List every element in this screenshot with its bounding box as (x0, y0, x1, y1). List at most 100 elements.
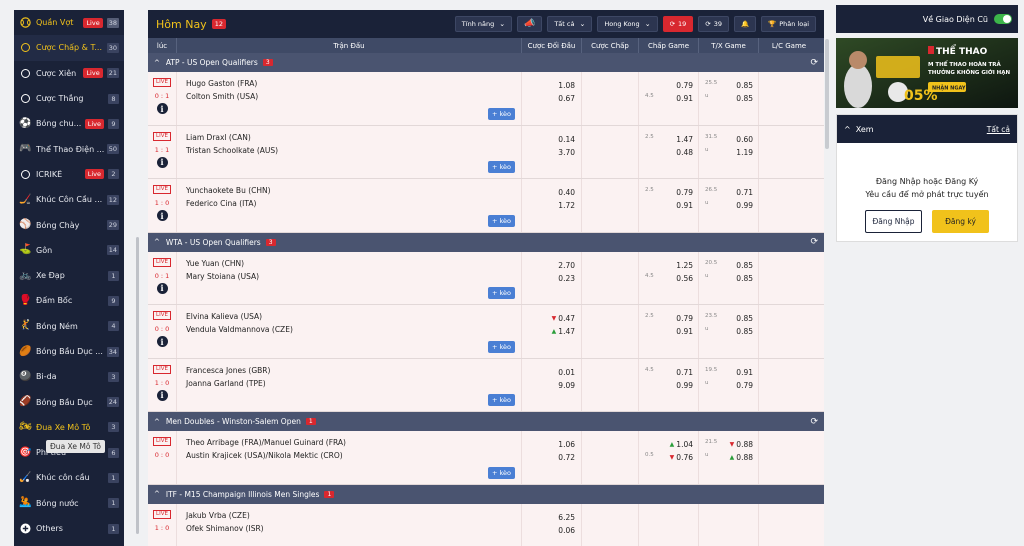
odds-ghdp-home[interactable]: ▲ 1.04 (645, 438, 693, 451)
odds-home[interactable]: 1.08 (522, 79, 575, 92)
odds-under[interactable]: 0.85 (705, 272, 753, 285)
table-row: LIVE 0 : 1 i Hugo Gaston (FRA) Colton Smith… (148, 72, 824, 126)
megaphone-icon: 📣 (524, 19, 536, 29)
info-icon[interactable]: i (156, 389, 168, 401)
sidebar-item-motor-racing[interactable]: 🏍 Đua Xe Mô Tô 3 (14, 415, 124, 440)
sidebar-item-field-hockey[interactable]: 🏑 Khúc côn cầu 1 (14, 465, 124, 490)
odds-away[interactable]: 0.72 (522, 451, 575, 464)
odds-away[interactable]: 1.72 (522, 199, 575, 212)
live-refresh-button[interactable]: ⟳ 19 (662, 16, 694, 32)
odds-ghdp-home[interactable]: 0.79 (645, 79, 693, 92)
all-filter-dropdown[interactable]: Tất cả ⌄ (547, 16, 593, 32)
odds-away[interactable]: 0.23 (522, 272, 575, 285)
odds-home[interactable]: 2.70 (522, 259, 575, 272)
live-badge: LIVE (153, 364, 171, 374)
sidebar-item-baseball[interactable]: ⚾ Bóng Chày 29 (14, 212, 124, 237)
league-header[interactable]: ^ WTA - US Open Qualifiers 3 ⟳ (148, 232, 824, 252)
sidebar-item-handicap-ou[interactable]: Cược Chấp & T... 30 (14, 35, 124, 61)
odds-home[interactable]: 1.06 (522, 438, 575, 451)
more-bets-button[interactable]: + kèo (487, 287, 515, 299)
sidebar-item-rugby[interactable]: 🏉 Bóng Bầu Dục ... 34 (14, 339, 124, 364)
odds-home[interactable]: 0.01 (522, 366, 575, 379)
odds-home[interactable]: ▼ 0.47 (522, 312, 575, 325)
odds-away[interactable]: 3.70 (522, 146, 575, 159)
odds-away[interactable]: 0.67 (522, 92, 575, 105)
odds-ghdp-away[interactable]: 0.99 (645, 379, 693, 392)
odds-away[interactable]: 9.09 (522, 379, 575, 392)
hockey-stick-icon: 🏒 (19, 193, 32, 205)
odds-away[interactable]: 0.06 (522, 524, 575, 537)
odds-home[interactable]: 6.25 (522, 511, 575, 524)
odds-under[interactable]: 0.99 (705, 199, 753, 212)
refresh-icon[interactable]: ⟳ (810, 58, 818, 68)
sidebar-item-billiards[interactable]: 🎱 Bi-da 3 (14, 364, 124, 389)
sidebar-item-ice-hockey[interactable]: 🏒 Khúc Côn Cầu ... 12 (14, 187, 124, 212)
league-name: Men Doubles - Winston-Salem Open (165, 417, 301, 426)
sidebar-item-parlay[interactable]: Cược Xiên Live 21 (14, 61, 124, 86)
odds-away[interactable]: ▲ 1.47 (522, 325, 575, 338)
count-badge: 12 (106, 194, 119, 205)
handicap-line: 4.5 (645, 366, 654, 373)
login-button[interactable]: Đăng Nhập (865, 210, 922, 233)
odds-under[interactable]: 0.85 (705, 92, 753, 105)
toggle-switch[interactable] (994, 14, 1012, 24)
info-icon[interactable]: i (156, 210, 168, 221)
register-button[interactable]: Đăng ký (932, 210, 989, 233)
sidebar-item-cricket[interactable]: ICRIKÊ Live 2 (14, 162, 124, 187)
sidebar-item-esports[interactable]: 🎮 Thể Thao Điện ... 50 (14, 136, 124, 161)
sidebar-scrollbar[interactable] (136, 237, 139, 534)
count-badge: 9 (108, 118, 119, 129)
sidebar-item-water-polo[interactable]: 🤽 Bóng nước 1 (14, 491, 124, 516)
sidebar-item-tennis[interactable]: Quần Vợt Live 38 (14, 10, 124, 35)
more-bets-button[interactable]: + kèo (487, 161, 515, 173)
live-badge: LIVE (153, 185, 171, 194)
more-bets-button[interactable]: + kèo (487, 394, 515, 406)
odds-under[interactable]: ▲ 0.88 (705, 451, 753, 464)
odds-ghdp-away[interactable]: 0.91 (645, 325, 693, 338)
refresh-button[interactable]: ⟳ 39 (698, 16, 730, 32)
under-label: u (705, 452, 709, 458)
odds-ghdp-away[interactable]: 0.48 (645, 146, 693, 159)
refresh-icon[interactable]: ⟳ (810, 237, 818, 247)
info-icon[interactable]: i (156, 282, 168, 294)
odds-ghdp-home[interactable]: 1.25 (645, 259, 693, 272)
main-scrollbar[interactable] (825, 39, 829, 149)
info-icon[interactable]: i (156, 336, 168, 347)
sort-dropdown[interactable]: 🏆 Phân loại (761, 16, 816, 32)
league-header[interactable]: ^ Men Doubles - Winston-Salem Open 1 ⟳ (148, 412, 824, 431)
odds-type-dropdown[interactable]: Hong Kong ⌄ (597, 16, 658, 32)
megaphone-button[interactable]: 📣 (517, 16, 543, 32)
features-dropdown[interactable]: Tính năng ⌄ (454, 16, 513, 32)
live-badge: LIVE (153, 257, 171, 267)
more-bets-button[interactable]: + kèo (487, 107, 515, 120)
league-header[interactable]: ^ ATP - US Open Qualifiers 3 ⟳ (148, 53, 824, 72)
view-all-link[interactable]: Tất cả (987, 125, 1010, 134)
more-bets-button[interactable]: + kèo (487, 214, 515, 227)
sidebar-item-others[interactable]: Others 1 (14, 516, 124, 541)
league-name: ATP - US Open Qualifiers (165, 58, 258, 67)
sidebar-item-outright[interactable]: Cược Thắng 8 (14, 86, 124, 111)
odds-home[interactable]: 0.14 (522, 133, 575, 146)
promo-banner[interactable]: 05% THỂ THAO M THỂ THAO HOÀN TRẢ THƯỞNG … (836, 38, 1018, 108)
classic-view-toggle[interactable]: Về Giao Diện Cũ (836, 5, 1018, 33)
sidebar-item-handball[interactable]: 🤾 Bóng Ném 4 (14, 314, 124, 339)
odds-under[interactable]: 0.85 (705, 325, 753, 338)
odds-home[interactable]: 0.40 (522, 186, 575, 199)
odds-under[interactable]: 1.19 (705, 146, 753, 159)
sidebar-item-golf[interactable]: ⛳ Gôn 14 (14, 238, 124, 263)
more-bets-button[interactable]: + kèo (487, 340, 515, 353)
league-header[interactable]: ^ ITF - M15 Champaign Illinois Men Singl… (148, 484, 824, 504)
col-game-handicap: Chấp Game (639, 38, 699, 53)
notification-button[interactable]: 🔔 (734, 16, 757, 32)
sidebar-item-cycling[interactable]: 🚲 Xe Đạp 1 (14, 263, 124, 288)
info-icon[interactable]: i (156, 156, 168, 168)
more-bets-button[interactable]: + kèo (487, 466, 515, 479)
info-icon[interactable]: i (156, 103, 168, 114)
sidebar-item-american-football[interactable]: 🏈 Bóng Bầu Dục 24 (14, 389, 124, 414)
odds-ghdp-away[interactable]: 0.91 (645, 199, 693, 212)
sidebar-item-soccer[interactable]: ⚽ Bóng chu... Live 9 (14, 111, 124, 136)
odds-under[interactable]: 0.79 (705, 379, 753, 392)
refresh-icon[interactable]: ⟳ (810, 417, 818, 427)
sidebar-item-boxing[interactable]: 🥊 Đấm Bốc 9 (14, 288, 124, 313)
home-team: Francesca Jones (GBR) (186, 365, 271, 375)
